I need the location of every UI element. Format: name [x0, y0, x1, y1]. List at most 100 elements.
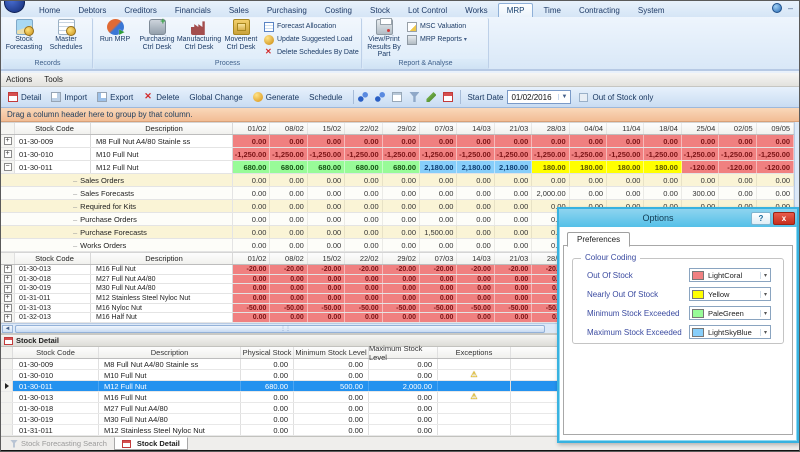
forecast-subrow-cell[interactable]: 0.00: [383, 174, 420, 186]
forecast-subrow-cell[interactable]: 0.00: [607, 174, 644, 186]
forecast-value-cell[interactable]: -1,250.00: [570, 148, 607, 160]
forecast-subrow-cell[interactable]: 0.00: [457, 200, 494, 212]
forecast-value-cell[interactable]: -1,250.00: [233, 148, 270, 160]
forecast-subrow-cell[interactable]: 0.00: [607, 187, 644, 199]
expander-icon[interactable]: +: [4, 150, 12, 158]
toolbar-button-detail[interactable]: Detail: [5, 91, 44, 103]
forecast-value-cell[interactable]: -20.00: [233, 265, 270, 274]
ribbon-tab-financials[interactable]: Financials: [167, 4, 219, 17]
stock-row[interactable]: −01-30-011M12 Full Nut680.00680.00680.00…: [1, 161, 794, 174]
forecast-value-cell[interactable]: 0.00: [644, 135, 681, 147]
forecast-subrow-cell[interactable]: 0.00: [345, 187, 382, 199]
forecast-value-cell[interactable]: 0.00: [383, 135, 420, 147]
window-dropdown-icon[interactable]: [392, 92, 402, 102]
expander-icon[interactable]: +: [4, 304, 12, 312]
date-column-header[interactable]: 21/03: [495, 123, 532, 134]
forecast-value-cell[interactable]: 0.00: [495, 284, 532, 293]
date-column-header[interactable]: 11/04: [607, 123, 644, 134]
forecast-value-cell[interactable]: 0.00: [233, 284, 270, 293]
forecast-subrow-cell[interactable]: 2,000.00: [532, 187, 569, 199]
forecast-subrow-cell[interactable]: 0.00: [270, 200, 307, 212]
forecast-value-cell[interactable]: -50.00: [457, 304, 494, 313]
forecast-value-cell[interactable]: 180.00: [607, 161, 644, 173]
forecast-value-cell[interactable]: 0.00: [420, 313, 457, 322]
forecast-subrow[interactable]: Sales Forecasts0.000.000.000.000.000.000…: [1, 187, 794, 200]
forecast-value-cell[interactable]: -1,250.00: [644, 148, 681, 160]
forecast-subrow-cell[interactable]: 0.00: [308, 174, 345, 186]
forecast-value-cell[interactable]: -1,250.00: [719, 148, 756, 160]
forecast-value-cell[interactable]: -20.00: [420, 265, 457, 274]
forecast-subrow-cell[interactable]: 0.00: [644, 187, 681, 199]
date-column-header[interactable]: 01/02: [233, 123, 270, 134]
minimum-stock-column-header[interactable]: Minimum Stock Level: [294, 347, 369, 358]
dialog-help-button[interactable]: ?: [751, 212, 771, 225]
forecast-value-cell[interactable]: 680.00: [345, 161, 382, 173]
forecast-value-cell[interactable]: 0.00: [270, 284, 307, 293]
forecast-value-cell[interactable]: 680.00: [383, 161, 420, 173]
forecast-value-cell[interactable]: 0.00: [233, 313, 270, 322]
forecast-subrow-cell[interactable]: 0.00: [308, 187, 345, 199]
date-column-header[interactable]: 28/03: [532, 123, 569, 134]
forecast-value-cell[interactable]: 0.00: [457, 135, 494, 147]
expander-icon[interactable]: +: [4, 265, 12, 273]
stock-code-column-header[interactable]: Stock Code: [13, 347, 99, 358]
forecast-subrow-cell[interactable]: 0.00: [457, 213, 494, 225]
forecast-value-cell[interactable]: -20.00: [457, 265, 494, 274]
forecast-value-cell[interactable]: 0.00: [495, 275, 532, 284]
forecast-subrow-cell[interactable]: 0.00: [345, 239, 382, 251]
forecast-subrow-cell[interactable]: 0.00: [308, 226, 345, 238]
forecast-value-cell[interactable]: -20.00: [383, 265, 420, 274]
forecast-value-cell[interactable]: -50.00: [345, 304, 382, 313]
red-window-icon[interactable]: [443, 92, 453, 102]
date-column-header[interactable]: 15/02: [308, 123, 345, 134]
tab-stock-detail[interactable]: Stock Detail: [114, 437, 188, 450]
forecast-subrow-cell[interactable]: 0.00: [570, 187, 607, 199]
toolbar-button-global-change[interactable]: Global Change: [186, 92, 245, 103]
chevron-down-icon[interactable]: ▾: [760, 272, 770, 279]
forecast-subrow-cell[interactable]: 0.00: [570, 174, 607, 186]
forecast-value-cell[interactable]: -1,250.00: [607, 148, 644, 160]
expander-icon[interactable]: −: [4, 163, 12, 171]
date-column-header[interactable]: 29/02: [383, 123, 420, 134]
forecast-value-cell[interactable]: 180.00: [570, 161, 607, 173]
forecast-value-cell[interactable]: 0.00: [308, 284, 345, 293]
forecast-value-cell[interactable]: -1,250.00: [270, 148, 307, 160]
ribbon-tab-lot-control[interactable]: Lot Control: [400, 4, 455, 17]
forecast-value-cell[interactable]: 0.00: [457, 294, 494, 303]
ribbon-button-msc-valuation[interactable]: MSC Valuation: [407, 20, 468, 33]
forecast-value-cell[interactable]: -1,250.00: [420, 148, 457, 160]
forecast-subrow-cell[interactable]: 0.00: [495, 187, 532, 199]
forecast-subrow-cell[interactable]: 0.00: [420, 239, 457, 251]
forecast-value-cell[interactable]: 0.00: [682, 135, 719, 147]
ribbon-tab-works[interactable]: Works: [457, 4, 496, 17]
forecast-value-cell[interactable]: 0.00: [457, 284, 494, 293]
forecast-value-cell[interactable]: -50.00: [495, 304, 532, 313]
forecast-subrow-cell[interactable]: 0.00: [383, 213, 420, 225]
description-column-header[interactable]: Description: [91, 123, 233, 134]
forecast-subrow-cell[interactable]: 0.00: [457, 239, 494, 251]
chevron-down-icon[interactable]: ▾: [760, 291, 770, 298]
expander-icon[interactable]: +: [4, 137, 12, 145]
ribbon-button-stock-forecasting[interactable]: Stock Forecasting: [3, 18, 45, 59]
ribbon-tab-time[interactable]: Time: [535, 4, 568, 17]
forecast-subrow-cell[interactable]: 0.00: [345, 226, 382, 238]
tab-stock-forecasting-search[interactable]: Stock Forecasting Search: [3, 437, 114, 450]
chevron-down-icon[interactable]: ▼: [558, 94, 571, 100]
ribbon-button-mrp-reports[interactable]: MRP Reports▾: [407, 33, 468, 46]
forecast-subrow-cell[interactable]: 0.00: [233, 213, 270, 225]
dialog-close-button[interactable]: x: [773, 212, 795, 225]
toolbar-button-import[interactable]: Import: [48, 91, 90, 103]
forecast-value-cell[interactable]: 0.00: [383, 294, 420, 303]
forecast-value-cell[interactable]: 0.00: [420, 294, 457, 303]
date-column-header[interactable]: 29/02: [383, 253, 420, 264]
ribbon-button-manufacturing-ctrl-desk[interactable]: Manufacturing Ctrl Desk: [178, 18, 220, 59]
description-column-header[interactable]: Description: [99, 347, 241, 358]
forecast-subrow-cell[interactable]: 0.00: [719, 174, 756, 186]
scroll-left-arrow-icon[interactable]: ◄: [2, 325, 13, 333]
forecast-value-cell[interactable]: 0.00: [345, 275, 382, 284]
forecast-value-cell[interactable]: 0.00: [383, 284, 420, 293]
stock-code-column-header[interactable]: Stock Code: [15, 253, 91, 264]
expander-icon[interactable]: +: [4, 275, 12, 283]
forecast-value-cell[interactable]: 0.00: [495, 294, 532, 303]
forecast-value-cell[interactable]: -1,250.00: [495, 148, 532, 160]
